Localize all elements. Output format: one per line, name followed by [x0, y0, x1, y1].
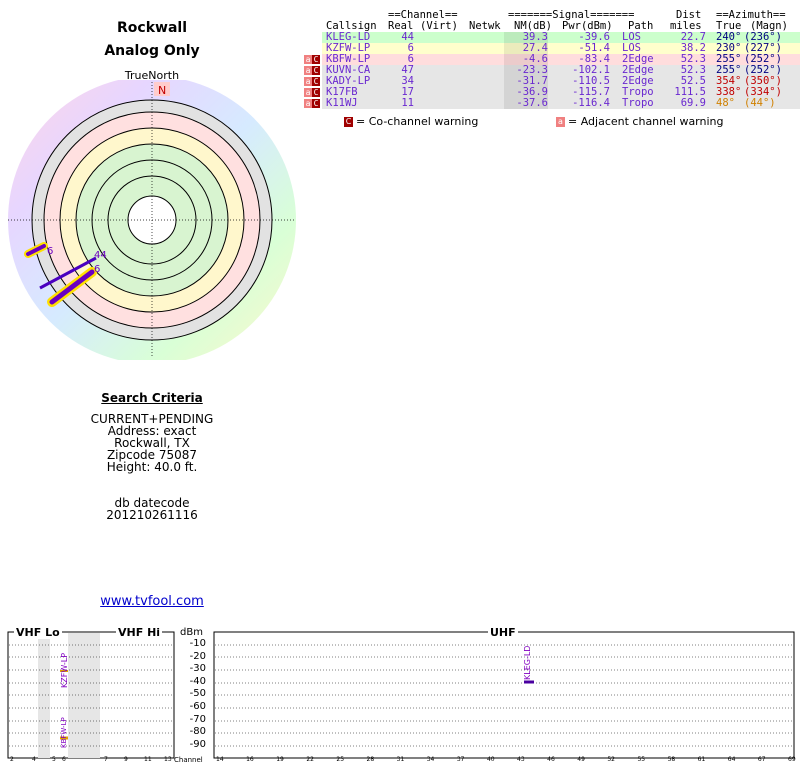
channel-tick: 64 [727, 756, 736, 763]
channel-tick: 13 [164, 756, 172, 763]
polar-plot: N 6 44 6 [8, 80, 296, 360]
spectrum-grid [9, 644, 793, 747]
dbm-tick: -20 [189, 650, 206, 662]
channel-tick: 55 [637, 756, 646, 763]
cell-nm: -37.6 [516, 97, 548, 109]
adjacent-channel-icon: a [304, 77, 312, 86]
signal-label-kzfw: KZFW-LP [60, 652, 69, 688]
cell-true: 48° [716, 97, 735, 109]
search-line: Height: 40.0 ft. [106, 460, 198, 474]
channel-tick: 25 [336, 756, 345, 763]
channel-tick: 28 [366, 756, 375, 763]
channel-tick: 14 [216, 756, 224, 763]
co-channel-icon: C [312, 77, 320, 86]
channel-tick: 69 [788, 756, 796, 763]
uhf-label: UHF [488, 626, 518, 639]
dbm-label: dBm [180, 627, 203, 638]
channel-tick: 22 [306, 756, 314, 763]
channel-tick: 67 [757, 756, 766, 763]
channel-tick: 34 [426, 756, 435, 763]
channel-tick: 43 [517, 756, 525, 763]
channel-tick: 16 [246, 756, 254, 763]
col-virt: (Virt) [420, 20, 458, 32]
db-datecode-value: 201210261116 [106, 508, 198, 522]
channel-tick: 19 [276, 756, 284, 763]
cell-miles: 69.9 [680, 97, 706, 109]
signal-label-kbfw: KBFW-LP [60, 717, 68, 748]
channel-tick: 31 [396, 756, 405, 763]
dbm-tick: -80 [189, 726, 206, 738]
vhf-shade-1 [38, 633, 50, 758]
channel-tick: 49 [577, 756, 585, 763]
channel-tick: 58 [667, 756, 676, 763]
polar-label-kleg: 44 [94, 250, 107, 261]
legend-adj: a = Adjacent channel warning [556, 116, 724, 127]
page-title: Rockwall [117, 20, 187, 36]
channel-tick: 4 [32, 756, 36, 763]
channel-tick: 11 [144, 756, 152, 763]
cell-pwr: -116.4 [572, 97, 610, 109]
page-subtitle: Analog Only [104, 43, 200, 59]
co-channel-icon: C [312, 66, 320, 75]
dbm-tick: -60 [189, 701, 206, 712]
legend-co: C = Co-channel warning [344, 116, 478, 127]
polar-label-kzfw: 6 [94, 264, 100, 275]
channel-tick: 52 [607, 756, 615, 763]
co-channel-icon: C [312, 55, 320, 64]
channel-tick: 7 [104, 756, 108, 763]
search-criteria-title: Search Criteria [101, 391, 203, 405]
cell-path: Tropo [622, 97, 654, 109]
dbm-tick: -40 [189, 675, 206, 687]
spectrum-chart [7, 631, 795, 759]
adjacent-channel-icon: a [304, 55, 312, 64]
cell-magn: (44°) [744, 97, 776, 109]
dbm-tick: -30 [189, 663, 206, 675]
channel-tick: 9 [124, 756, 128, 763]
channel-tick: 46 [547, 756, 555, 763]
dbm-tick: -50 [189, 688, 206, 700]
adjacent-channel-icon: a [304, 99, 312, 108]
channel-axis-label: Channel [174, 756, 203, 764]
site-link[interactable]: www.tvfool.com [100, 594, 204, 609]
legend-co-text: = Co-channel warning [356, 115, 479, 128]
vhf-lo-label: VHF Lo [14, 626, 62, 639]
channel-tick: 2 [10, 756, 14, 763]
channel-tick: 5 [52, 756, 56, 763]
site-link-wrap: www.tvfool.com [60, 590, 244, 609]
adjacent-channel-icon: a [304, 88, 312, 97]
channel-tick: 40 [486, 756, 495, 763]
co-channel-icon: C [312, 99, 320, 108]
channel-tick: 37 [456, 756, 465, 763]
adjacent-channel-icon: a [304, 66, 312, 75]
channel-tick: 6 [62, 756, 66, 763]
polar-label-kbfw: 6 [47, 246, 53, 257]
vhf-shade-2 [68, 633, 100, 758]
signal-label-kleg: KLEG-LD [523, 645, 532, 680]
vhf-hi-label: VHF Hi [116, 626, 163, 639]
channel-tick: 61 [697, 756, 706, 763]
adjacent-channel-icon: a [556, 117, 565, 127]
north-marker: N [158, 84, 166, 97]
cell-real: 11 [401, 97, 414, 109]
co-channel-icon: C [312, 88, 320, 97]
search-criteria: Search Criteria CURRENT+PENDING Address:… [60, 391, 244, 521]
dbm-tick: -70 [189, 713, 206, 725]
col-netwk: Netwk [469, 20, 501, 32]
legend-adj-text: = Adjacent channel warning [568, 115, 724, 128]
dbm-tick: -90 [189, 738, 206, 750]
table-row[interactable]: a C K11WJ 11 -37.6 -116.4 Tropo 69.9 48° (44°) [304, 98, 800, 109]
cell-callsign: K11WJ [326, 97, 358, 109]
co-channel-icon: C [344, 117, 353, 127]
dbm-tick: -10 [189, 638, 206, 649]
